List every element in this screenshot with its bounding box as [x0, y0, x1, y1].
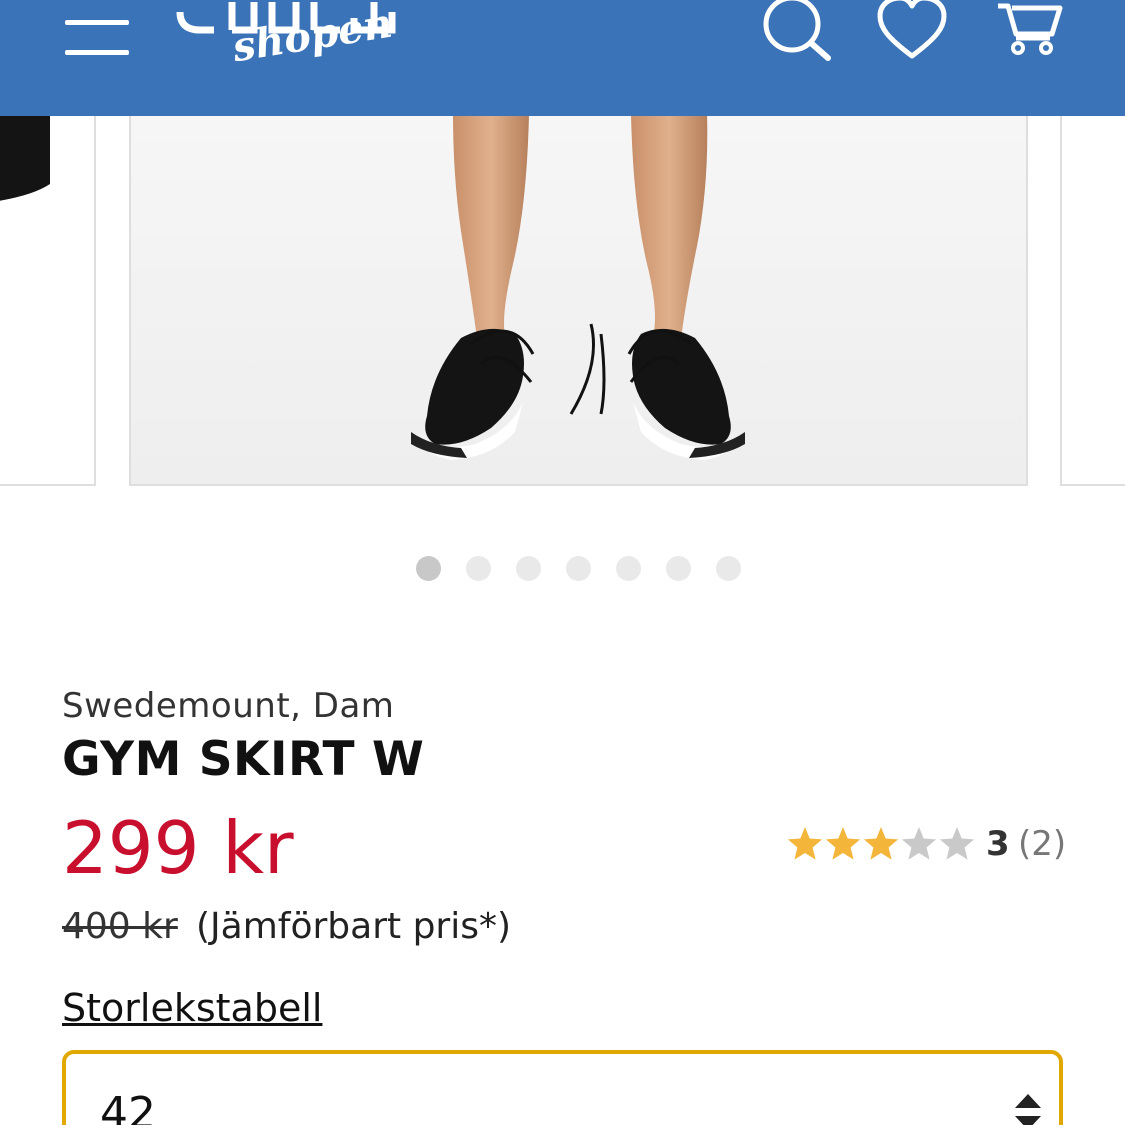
product-photo [131, 116, 1026, 484]
selected-size: 42 [100, 1088, 156, 1125]
product-title: GYM SKIRT W [62, 732, 425, 787]
gallery-slide-previous[interactable] [0, 116, 96, 486]
top-header: shopen [0, 0, 1125, 116]
gallery-dot-1[interactable] [416, 556, 441, 581]
gallery-dot-7[interactable] [716, 556, 741, 581]
cart-icon[interactable] [994, 0, 1070, 70]
rating-star-1 [787, 827, 823, 860]
rating-star-3 [863, 827, 899, 860]
gallery-dot-3[interactable] [516, 556, 541, 581]
size-table-link[interactable]: Storlekstabell [62, 986, 322, 1030]
rating-stars-icon [787, 827, 975, 860]
gallery-dot-4[interactable] [566, 556, 591, 581]
gallery-dot-6[interactable] [666, 556, 691, 581]
original-price: 400 kr [62, 906, 178, 947]
rating-value: 3 [986, 824, 1010, 864]
select-arrows-icon [1015, 1094, 1041, 1125]
search-icon[interactable] [758, 0, 834, 70]
rating-star-5 [939, 827, 975, 860]
product-rating[interactable]: 3 (2) [786, 822, 1076, 868]
gallery-slide-next[interactable] [1060, 116, 1125, 486]
gallery-slide-current[interactable] [129, 116, 1028, 486]
compare-price-note: (Jämförbart pris*) [196, 906, 512, 947]
rating-count: (2) [1018, 824, 1067, 864]
size-select[interactable]: 42 [62, 1050, 1063, 1125]
gallery-dot-5[interactable] [616, 556, 641, 581]
product-image-gallery[interactable] [0, 116, 1125, 488]
gallery-dot-2[interactable] [466, 556, 491, 581]
heart-icon[interactable] [874, 0, 950, 70]
product-price: 299 kr [62, 806, 294, 890]
product-brand[interactable]: Swedemount, Dam [62, 686, 394, 726]
gallery-pagination [416, 556, 746, 582]
rating-star-4 [901, 827, 937, 860]
skirt-image-fragment [0, 116, 50, 201]
menu-icon[interactable] [60, 15, 134, 65]
rating-star-2 [825, 827, 861, 860]
site-logo[interactable]: shopen [170, 0, 410, 92]
